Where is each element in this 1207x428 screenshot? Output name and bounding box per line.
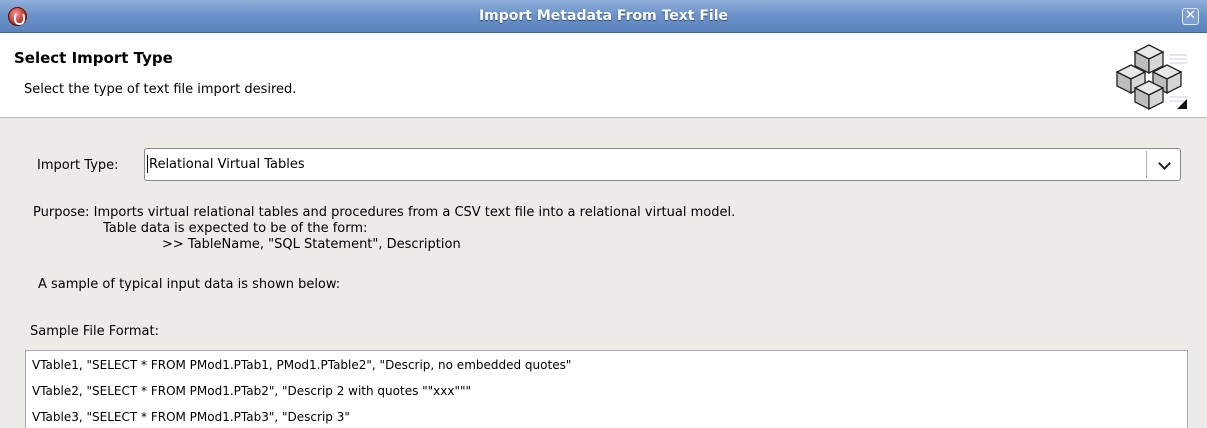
chevron-down-icon[interactable]	[1158, 157, 1171, 170]
sample-file-format-label: Sample File Format:	[30, 324, 159, 339]
sample-row: VTable1, "SELECT * FROM PMod1.PTab1, PMo…	[32, 358, 572, 372]
window-title: Import Metadata From Text File	[478, 8, 729, 24]
window-titlebar: Import Metadata From Text File ✕	[0, 0, 1207, 33]
sample-row: VTable2, "SELECT * FROM PMod1.PTab2", "D…	[32, 384, 472, 398]
purpose-format: >> TableName, "SQL Statement", Descripti…	[162, 237, 461, 252]
import-type-value: Relational Virtual Tables	[147, 155, 305, 173]
purpose-text: Purpose: Imports virtual relational tabl…	[33, 205, 736, 220]
cubes-import-icon	[1115, 44, 1187, 111]
import-type-select[interactable]: Relational Virtual Tables	[144, 148, 1181, 181]
wizard-header: Select Import Type Select the type of te…	[0, 33, 1207, 118]
page-subtitle: Select the type of text file import desi…	[24, 82, 297, 97]
sample-intro-text: A sample of typical input data is shown …	[38, 277, 341, 292]
sample-file-format-area[interactable]: VTable1, "SELECT * FROM PMod1.PTab1, PMo…	[25, 350, 1188, 428]
close-icon[interactable]: ✕	[1182, 8, 1199, 25]
sample-row: VTable3, "SELECT * FROM PMod1.PTab3", "D…	[32, 410, 350, 424]
import-type-label: Import Type:	[37, 158, 119, 173]
purpose-format-intro: Table data is expected to be of the form…	[103, 221, 368, 236]
select-divider	[1146, 151, 1147, 178]
page-title: Select Import Type	[14, 49, 173, 67]
